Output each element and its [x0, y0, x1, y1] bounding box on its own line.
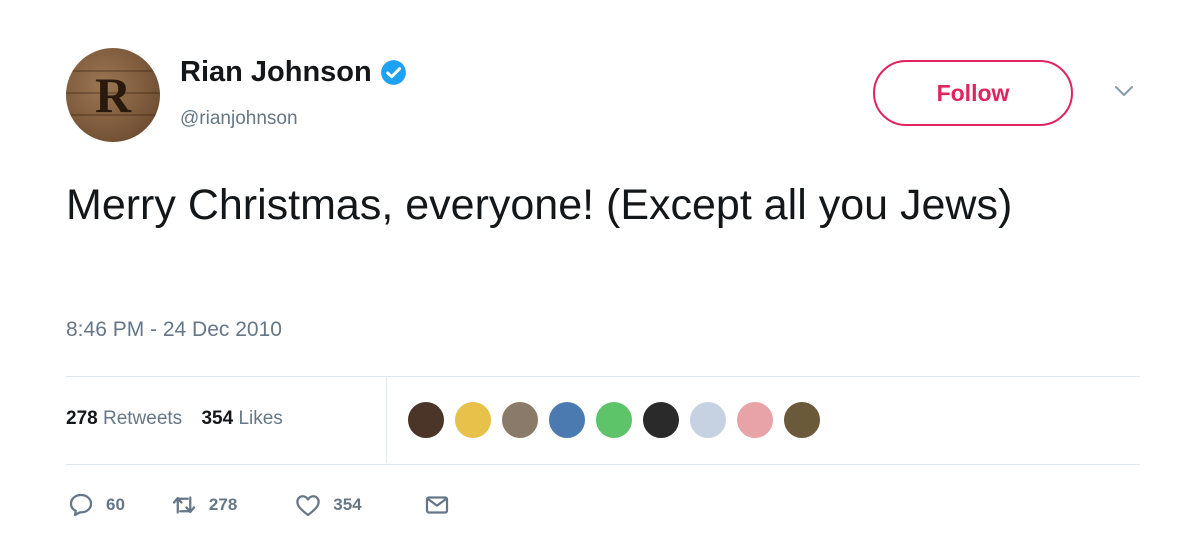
divider-vertical: [386, 377, 387, 463]
reply-action[interactable]: 60: [66, 490, 125, 520]
liker-avatar[interactable]: [594, 400, 634, 440]
like-action[interactable]: 354: [293, 490, 362, 520]
message-action[interactable]: [422, 490, 452, 520]
liker-avatar[interactable]: [641, 400, 681, 440]
retweets-stat[interactable]: 278 Retweets: [66, 408, 182, 429]
likes-label: Likes: [238, 408, 283, 429]
retweet-count: 278: [208, 495, 238, 514]
tweet-stats: 278 Retweets 354 Likes: [66, 408, 297, 430]
retweet-action[interactable]: 278: [169, 490, 237, 520]
liker-avatar[interactable]: [688, 400, 728, 440]
handle[interactable]: @rianjohnson: [180, 108, 298, 130]
retweet-icon: [172, 496, 196, 514]
likers-avatars: [406, 400, 829, 440]
heart-icon: [296, 495, 321, 517]
display-name[interactable]: Rian Johnson: [180, 56, 372, 89]
chevron-down-icon[interactable]: [1113, 84, 1135, 98]
tweet-timestamp[interactable]: 8:46 PM - 24 Dec 2010: [66, 318, 282, 342]
tweet-actions: 60 278 354: [66, 490, 452, 520]
likes-count: 354: [201, 408, 234, 429]
divider-bottom: [66, 464, 1140, 465]
reply-icon: [69, 493, 93, 517]
envelope-icon: [425, 496, 448, 514]
tweet-text: Merry Christmas, everyone! (Except all y…: [66, 181, 1013, 229]
liker-avatar[interactable]: [735, 400, 775, 440]
retweets-label: Retweets: [102, 408, 183, 429]
liker-avatar[interactable]: [547, 400, 587, 440]
reply-count: 60: [106, 495, 125, 514]
retweets-count: 278: [66, 408, 98, 429]
liker-avatar[interactable]: [453, 400, 493, 440]
divider-top: [66, 376, 1140, 377]
author-name-row: Rian Johnson: [180, 56, 407, 89]
liker-avatar[interactable]: [782, 400, 822, 440]
like-count: 354: [333, 495, 362, 514]
liker-avatar[interactable]: [500, 400, 540, 440]
follow-button[interactable]: Follow: [873, 60, 1073, 126]
avatar[interactable]: R: [66, 48, 160, 142]
avatar-letter: R: [94, 67, 132, 123]
verified-badge-icon: [380, 60, 406, 85]
liker-avatar[interactable]: [406, 400, 446, 440]
likes-stat[interactable]: 354 Likes: [201, 408, 282, 429]
